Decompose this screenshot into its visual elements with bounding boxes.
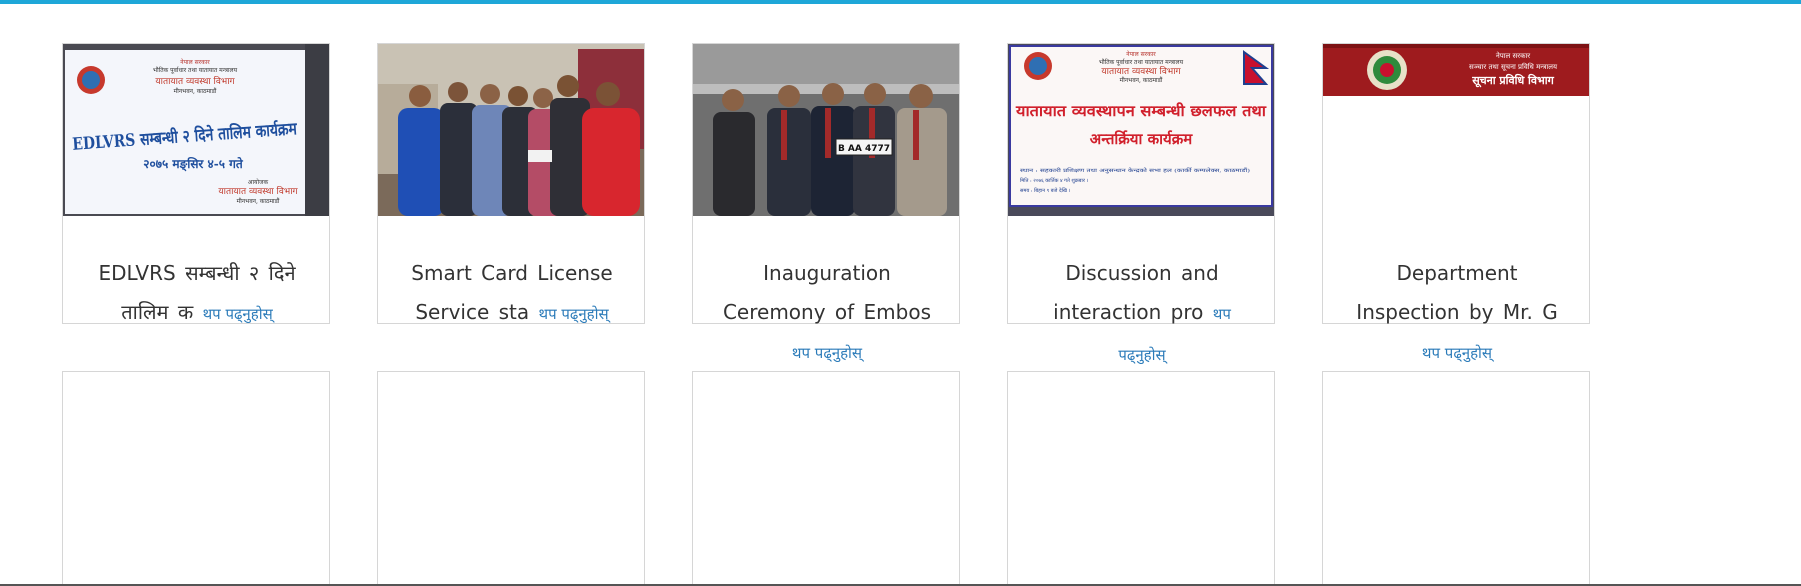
news-thumbnail[interactable]: B AA 4777: [693, 44, 959, 216]
read-more-link[interactable]: थप पढ्नुहोस्: [1422, 344, 1492, 362]
news-card[interactable]: नेपाल सरकार सञ्चार तथा सूचना प्रविधि मन्…: [1322, 43, 1590, 362]
interaction-banner-image: नेपाल सरकार भौतिक पूर्वाधार तथा यातायात …: [1008, 44, 1274, 216]
news-card[interactable]: Smart Card License Service sta थप पढ्नुह…: [377, 43, 645, 324]
banner-detail-1: स्थान : सहकारी प्रशिक्षण तथा अनुसन्धान क…: [1020, 167, 1250, 174]
banner-org: यातायात व्यवस्था विभाग: [218, 185, 298, 197]
banner-org-label: आयोजक: [248, 178, 269, 186]
news-thumbnail[interactable]: नेपाल सरकार भौतिक पूर्वाधार तथा यातायात …: [1008, 44, 1274, 216]
news-thumbnail[interactable]: नेपाल सरकार भौतिक पूर्वाधार तथा यातायात …: [63, 44, 329, 216]
training-banner-image: नेपाल सरकार भौतिक पूर्वाधार तथा यातायात …: [63, 44, 329, 216]
banner-line2: भौतिक पूर्वाधार तथा यातायात मन्त्रालय: [1099, 58, 1184, 66]
news-caption: Discussion and interaction pro थप पढ्नुह…: [1028, 254, 1256, 375]
news-title[interactable]: Inauguration Ceremony of Embos: [723, 261, 931, 324]
ministry-header-image: नेपाल सरकार सञ्चार तथा सूचना प्रविधि मन्…: [1323, 44, 1589, 96]
news-title[interactable]: Discussion and interaction pro: [1053, 261, 1219, 324]
news-card-placeholder[interactable]: [1322, 371, 1590, 586]
banner-line2: भौतिक पूर्वाधार तथा यातायात मन्त्रालय: [153, 66, 238, 74]
banner-line4: मीनभवन, काठमाडौं: [1120, 76, 1163, 84]
news-thumbnail[interactable]: नेपाल सरकार सञ्चार तथा सूचना प्रविधि मन्…: [1323, 44, 1589, 96]
news-caption: Inauguration Ceremony of Embos थप पढ्नुह…: [713, 254, 941, 373]
news-caption: Smart Card License Service sta थप पढ्नुह…: [398, 254, 626, 334]
news-card-placeholder[interactable]: [377, 371, 645, 586]
banner-line3: सूचना प्रविधि विभाग: [1471, 73, 1554, 88]
news-card-placeholder[interactable]: [692, 371, 960, 586]
news-caption: EDLVRS सम्बन्धी २ दिने तालिम क थप पढ्नुह…: [83, 254, 311, 334]
banner-line3: यातायात व्यवस्था विभाग: [1101, 65, 1181, 77]
banner-date: २०७५ मङ्सिर ४-५ गते: [143, 157, 244, 172]
banner-line1: नेपाल सरकार: [180, 58, 210, 66]
banner-line1: नेपाल सरकार: [1496, 51, 1530, 60]
banner-org-place: मीनभवन, काठमाडौं: [237, 197, 280, 205]
news-card[interactable]: B AA 4777 Inauguration Ceremony of Embos…: [692, 43, 960, 362]
read-more-link[interactable]: थप पढ्नुहोस्: [792, 344, 862, 362]
news-card[interactable]: नेपाल सरकार भौतिक पूर्वाधार तथा यातायात …: [62, 43, 330, 324]
banner-headline-1: यातायात व्यवस्थापन सम्बन्धी छलफल तथा: [1015, 102, 1267, 120]
banner-line4: मीनभवन, काठमाडौं: [174, 87, 217, 95]
banner-detail-2: मिति : २०७६ कार्तिक ४ गते शुक्रबार ।: [1020, 177, 1088, 184]
banner-line3: यातायात व्यवस्था विभाग: [155, 75, 235, 87]
plate-text: B AA 4777: [838, 144, 890, 154]
banner-headline-2: अन्तर्क्रिया कार्यक्रम: [1090, 130, 1193, 148]
read-more-link[interactable]: थप पढ्नुहोस्: [203, 305, 273, 323]
news-card-placeholder[interactable]: [62, 371, 330, 586]
read-more-link[interactable]: थप पढ्नुहोस्: [539, 305, 609, 323]
news-gallery-page: नेपाल सरकार भौतिक पूर्वाधार तथा यातायात …: [0, 0, 1801, 586]
news-card-placeholder[interactable]: [1007, 371, 1275, 586]
top-accent-bar: [0, 0, 1801, 4]
license-handover-photo: [378, 44, 644, 216]
plate-inauguration-photo: B AA 4777: [693, 44, 959, 216]
news-title[interactable]: Department Inspection by Mr. G: [1356, 261, 1557, 324]
news-card[interactable]: नेपाल सरकार भौतिक पूर्वाधार तथा यातायात …: [1007, 43, 1275, 364]
banner-detail-3: समय : बिहान ९ बजे देखि ।: [1020, 187, 1071, 194]
news-caption: Department Inspection by Mr. G थप पढ्नुह…: [1343, 254, 1571, 373]
banner-line1: नेपाल सरकार: [1126, 50, 1156, 58]
banner-line2: सञ्चार तथा सूचना प्रविधि मन्त्रालय: [1469, 62, 1558, 71]
news-thumbnail[interactable]: [378, 44, 644, 216]
